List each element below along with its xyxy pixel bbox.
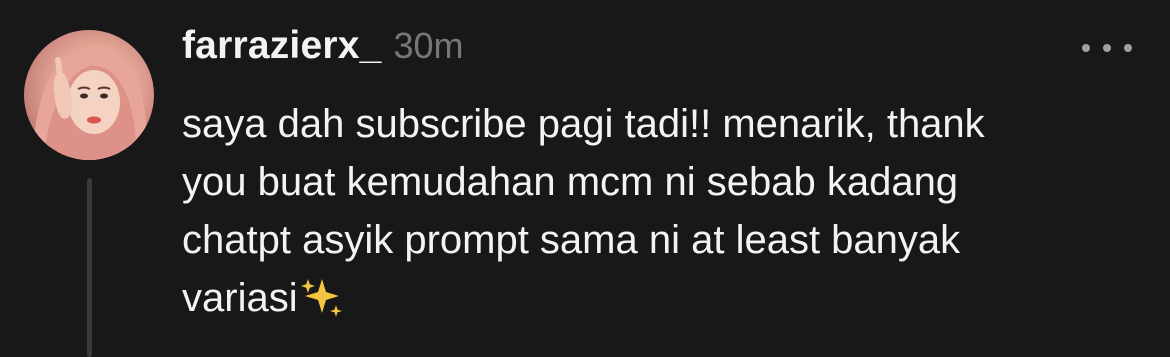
more-horizontal-icon-dot bbox=[1103, 44, 1111, 52]
more-options-button[interactable] bbox=[1082, 36, 1132, 60]
post-text-line: chatpt asyik prompt sama ni at least ban… bbox=[182, 218, 961, 262]
username-link[interactable]: farrazierx_ bbox=[182, 24, 382, 68]
post-text-line: you buat kemudahan mcm ni sebab kadang bbox=[182, 160, 959, 204]
post-text-line: variasi bbox=[182, 276, 298, 320]
timestamp: 30m bbox=[393, 25, 464, 66]
profile-photo-avatar-icon bbox=[33, 47, 147, 160]
sparkles-icon bbox=[300, 279, 342, 317]
post-text-line: saya dah subscribe pagi tadi!! menarik, … bbox=[182, 102, 985, 146]
thread-post: farrazierx_ 30m saya dah subscribe pagi … bbox=[0, 0, 1170, 357]
post-text-line-last: variasi bbox=[182, 269, 1142, 327]
post-text: saya dah subscribe pagi tadi!! menarik, … bbox=[182, 95, 1142, 327]
avatar[interactable] bbox=[24, 30, 154, 160]
post-header: farrazierx_ 30m bbox=[182, 24, 464, 74]
more-horizontal-icon bbox=[1082, 44, 1090, 52]
more-horizontal-icon-dot bbox=[1124, 44, 1132, 52]
thread-line bbox=[87, 178, 92, 357]
